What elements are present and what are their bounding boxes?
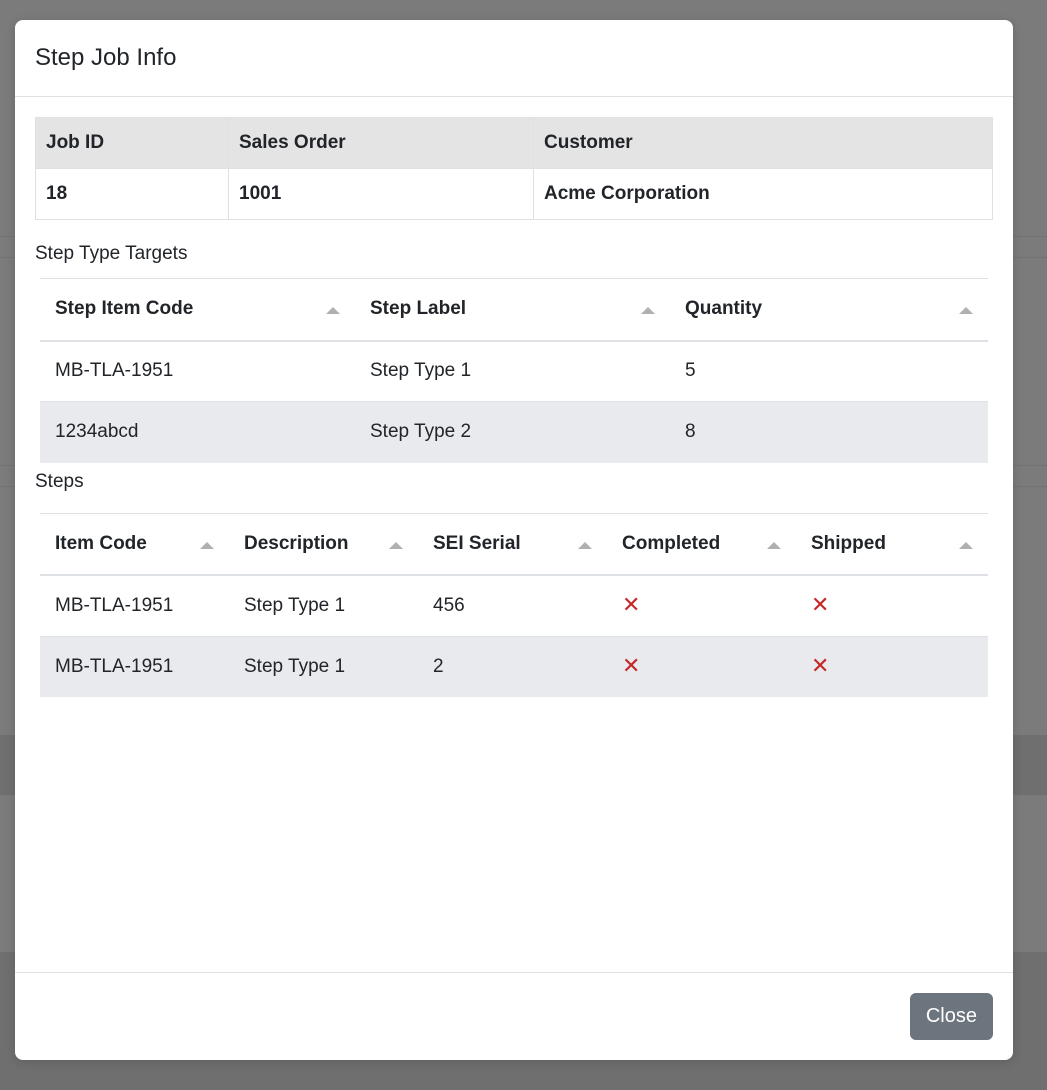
item-code-header[interactable]: Item Code: [40, 512, 229, 576]
sei-serial-cell: 2: [418, 635, 607, 697]
item-code-cell: MB-TLA-1951: [40, 574, 229, 636]
step-label-header[interactable]: Step Label: [355, 278, 670, 342]
sales-order-header: Sales Order: [228, 117, 534, 169]
quantity-cell: 5: [670, 340, 988, 402]
sei-serial-cell: 456: [418, 574, 607, 636]
sort-caret-up-icon[interactable]: [959, 541, 973, 549]
quantity-cell: 8: [670, 401, 988, 463]
step-job-info-modal: Step Job Info Job ID Sales Order Custome…: [15, 20, 1013, 1060]
sales-order-value: 1001: [228, 168, 534, 220]
table-row: MB-TLA-1951 Step Type 1 456 ✕ ✕: [40, 574, 988, 636]
job-id-value: 18: [35, 168, 229, 220]
column-label: Item Code: [55, 532, 147, 554]
steps-table: Item Code Description SEI Serial Complet…: [40, 512, 988, 697]
job-id-header: Job ID: [35, 117, 229, 169]
column-label: Step Item Code: [55, 298, 194, 320]
step-label-cell: Step Type 2: [355, 401, 670, 463]
sort-caret-up-icon[interactable]: [389, 541, 403, 549]
completed-header[interactable]: Completed: [607, 512, 796, 576]
step-item-code-cell: 1234abcd: [40, 401, 355, 463]
sort-caret-up-icon[interactable]: [578, 541, 592, 549]
customer-header: Customer: [533, 117, 993, 169]
step-label-cell: Step Type 1: [355, 340, 670, 402]
table-row: 1234abcd Step Type 2 8: [40, 401, 988, 463]
description-cell: Step Type 1: [229, 574, 418, 636]
quantity-header[interactable]: Quantity: [670, 278, 988, 342]
modal-body: Job ID Sales Order Customer 18 1001 Acme…: [15, 97, 1013, 971]
column-label: Quantity: [685, 298, 763, 320]
steps-label: Steps: [35, 470, 84, 492]
sort-caret-up-icon[interactable]: [200, 541, 214, 549]
modal-header: Step Job Info: [15, 20, 1013, 97]
description-header[interactable]: Description: [229, 512, 418, 576]
shipped-cell: ✕: [796, 635, 988, 697]
job-info-table: Job ID Sales Order Customer 18 1001 Acme…: [35, 117, 993, 220]
x-mark-icon: ✕: [622, 652, 641, 678]
shipped-cell: ✕: [796, 574, 988, 636]
item-code-cell: MB-TLA-1951: [40, 635, 229, 697]
x-mark-icon: ✕: [811, 591, 830, 617]
column-label: Description: [244, 532, 349, 554]
column-label: Shipped: [811, 532, 886, 554]
table-row: MB-TLA-1951 Step Type 1 2 ✕ ✕: [40, 635, 988, 697]
sort-caret-up-icon[interactable]: [326, 307, 340, 314]
step-item-code-header[interactable]: Step Item Code: [40, 278, 355, 342]
sei-serial-header[interactable]: SEI Serial: [418, 512, 607, 576]
x-mark-icon: ✕: [811, 652, 830, 678]
modal-title: Step Job Info: [35, 44, 177, 71]
completed-cell: ✕: [607, 574, 796, 636]
sort-caret-up-icon[interactable]: [767, 541, 781, 549]
shipped-header[interactable]: Shipped: [796, 512, 988, 576]
step-type-targets-label: Step Type Targets: [35, 243, 188, 264]
table-row: MB-TLA-1951 Step Type 1 5: [40, 340, 988, 402]
x-mark-icon: ✕: [622, 591, 641, 617]
completed-cell: ✕: [607, 635, 796, 697]
modal-footer: Close: [15, 972, 1013, 1060]
column-label: SEI Serial: [433, 532, 521, 554]
sort-caret-up-icon[interactable]: [641, 307, 655, 314]
close-button[interactable]: Close: [909, 993, 993, 1040]
step-type-targets-table: Step Item Code Step Label Quantity MB-TL: [40, 278, 988, 463]
step-item-code-cell: MB-TLA-1951: [40, 340, 355, 402]
column-label: Step Label: [370, 298, 467, 320]
column-label: Completed: [622, 532, 721, 554]
sort-caret-up-icon[interactable]: [959, 307, 973, 314]
customer-value: Acme Corporation: [533, 168, 993, 220]
description-cell: Step Type 1: [229, 635, 418, 697]
